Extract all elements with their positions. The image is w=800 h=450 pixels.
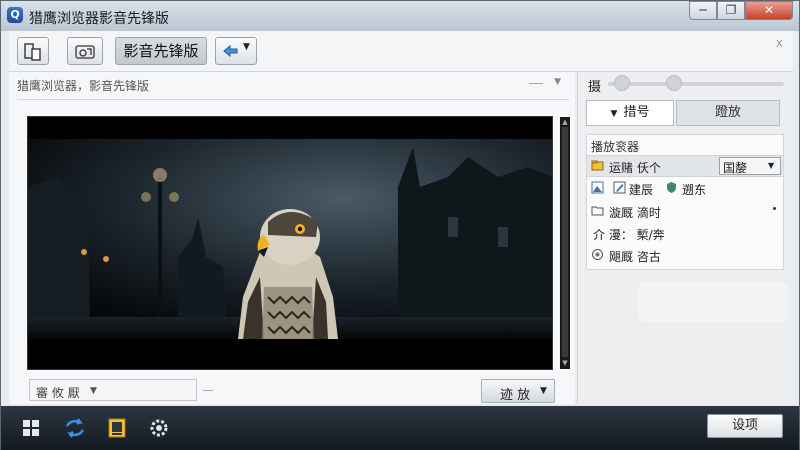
player-controls: 審 攸 厭 ▼ 迹 放 ▼: [27, 377, 557, 403]
tab-play[interactable]: 蹬放: [676, 100, 780, 126]
chevron-down-icon: ▼: [243, 42, 250, 52]
list-item-text: 运赌 仸个: [609, 161, 661, 175]
video-scrollbar[interactable]: ▲ ▼: [560, 117, 570, 369]
left-header-title: 猎鹰浏览器，影音先锋版: [17, 79, 150, 93]
play-dropdown-button[interactable]: 迹 放 ▼: [481, 379, 555, 403]
arrow-back-icon: [223, 44, 238, 58]
devices-icon: [24, 43, 41, 61]
image-icon: [591, 181, 604, 194]
minimize-button[interactable]: ─: [689, 1, 717, 20]
header-separator: [17, 99, 569, 100]
list-item[interactable]: 建辰 遡东: [587, 178, 783, 198]
devices-button[interactable]: [17, 37, 49, 65]
list-item-text: 建辰: [629, 183, 654, 197]
video-player[interactable]: ▲ ▼: [27, 116, 570, 370]
left-header: 猎鹰浏览器，影音先锋版 ▼: [17, 77, 569, 100]
list-item[interactable]: 介 漫： 槧/奔: [587, 223, 783, 243]
note-icon[interactable]: [105, 416, 129, 440]
taskbar: 设项: [1, 406, 799, 450]
edit-icon: [613, 181, 626, 194]
list-item[interactable]: 漩厩 滴时: [587, 201, 783, 221]
video-frame-image: [28, 117, 552, 369]
toolbar-close-icon[interactable]: x: [776, 36, 783, 50]
shield-icon: [667, 182, 676, 193]
list-item-text: 飓厩 咨古: [609, 250, 661, 264]
scroll-up-icon[interactable]: ▲: [561, 118, 569, 126]
chevron-down-icon: ▼: [540, 386, 547, 396]
slider-knob[interactable]: [614, 75, 630, 91]
main-mode-button[interactable]: 影音先锋版: [115, 37, 207, 65]
tab-play-label: 蹬放: [714, 105, 741, 120]
grid-icon[interactable]: [19, 416, 43, 440]
link-button[interactable]: [67, 37, 103, 65]
right-pane: 摄 ▼ 措号 蹬放 播放衮器 运赌 仸个 国嫠 ▼ 建辰 遡东 漩厩 滴时 介 …: [577, 72, 794, 404]
chevron-down-icon[interactable]: ▼: [554, 77, 561, 87]
left-pane: 猎鹰浏览器，影音先锋版 ▼ ▲ ▼ 審 攸 厭 ▼ 迹 放 ▼: [9, 72, 575, 404]
gear-icon[interactable]: [147, 416, 171, 440]
title-bar[interactable]: Q 猎鹰浏览器影音先锋版 ─ ❐ ✕: [1, 1, 799, 31]
toolbar: 影音先锋版 ▼ x: [9, 31, 793, 72]
chevron-down-icon: ▼: [90, 386, 97, 396]
header-divider: [529, 83, 543, 84]
maximize-button[interactable]: ❐: [717, 1, 745, 20]
volume-slider[interactable]: [608, 82, 784, 86]
slider-knob-secondary[interactable]: [666, 75, 682, 91]
circle-icon: [592, 249, 603, 260]
app-logo-icon: Q: [7, 7, 23, 23]
folder-icon: [591, 206, 604, 216]
sync-icon[interactable]: [63, 416, 87, 440]
window-title: 猎鹰浏览器影音先锋版: [29, 11, 169, 27]
empty-area: [638, 282, 788, 322]
back-dropdown-button[interactable]: ▼: [215, 37, 257, 65]
language-select-value: 国嫠: [723, 161, 748, 175]
app-window: Q 猎鹰浏览器影音先锋版 ─ ❐ ✕ 影音先锋版 ▼ x 猎鹰浏览器，影音先锋版…: [0, 0, 800, 450]
settings-button[interactable]: 设项: [707, 414, 783, 438]
list-item[interactable]: 飓厩 咨古: [587, 245, 783, 265]
play-button-label: 迹 放: [500, 388, 531, 403]
scroll-thumb[interactable]: [562, 127, 568, 357]
playlist-combo[interactable]: 審 攸 厭 ▼: [29, 379, 197, 401]
list-item-text: 介 漫： 槧/奔: [593, 228, 665, 242]
close-button[interactable]: ✕: [745, 1, 793, 20]
list-item-text: 遡东: [682, 183, 707, 197]
folder-yellow-icon: [591, 160, 604, 171]
main-mode-label: 影音先锋版: [123, 42, 199, 60]
scroll-down-icon[interactable]: ▼: [561, 359, 569, 367]
playlist-combo-value: 審 攸 厭: [36, 386, 80, 400]
list-item-text: 漩厩 滴时: [609, 206, 661, 220]
link-icon: [75, 45, 95, 59]
bullet-icon: [773, 207, 776, 210]
triangle-down-icon: ▼: [610, 109, 618, 119]
combo-divider: [203, 390, 213, 391]
slider-label: 摄: [588, 80, 602, 95]
chevron-down-icon: ▼: [768, 161, 775, 170]
player-list: 播放衮器 运赌 仸个 国嫠 ▼ 建辰 遡东 漩厩 滴时 介 漫： 槧/奔 飓厩 …: [586, 134, 784, 270]
tab-info[interactable]: ▼ 措号: [586, 100, 674, 126]
list-item[interactable]: 运赌 仸个 国嫠 ▼: [587, 155, 783, 177]
language-select[interactable]: 国嫠 ▼: [719, 157, 781, 175]
tab-info-label: 措号: [623, 105, 650, 120]
list-title: 播放衮器: [591, 140, 640, 154]
